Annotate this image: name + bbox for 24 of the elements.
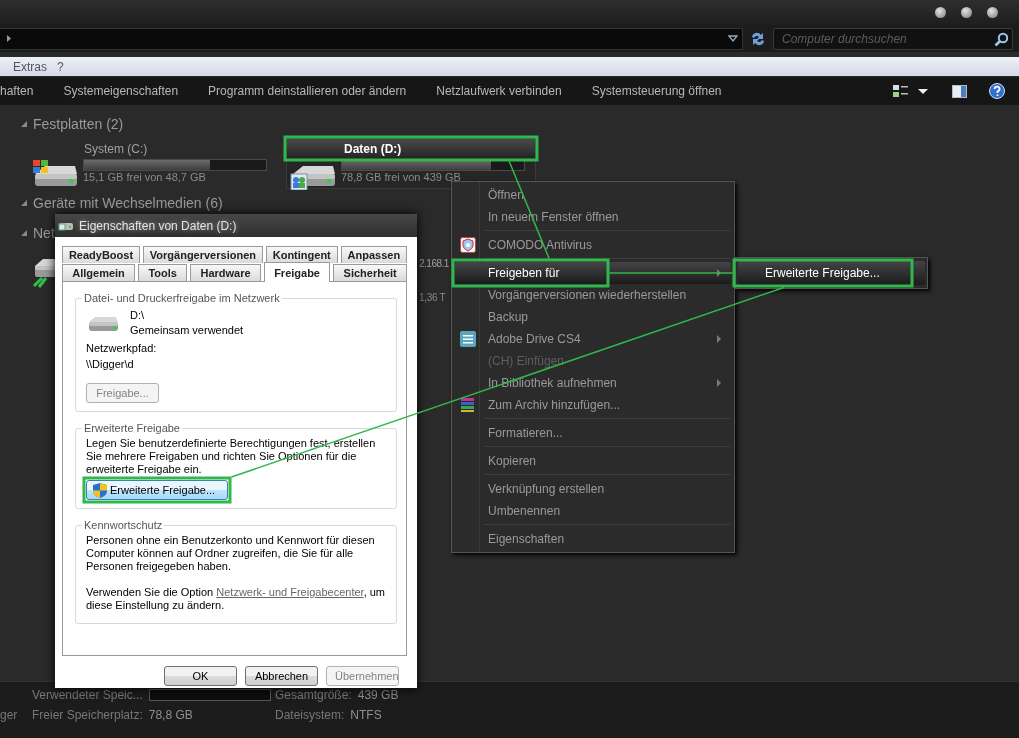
detail-label: Verwendeter Speic... [32, 688, 143, 702]
description-text: Personen ohne ein Benutzerkonto und Kennwort für diesen Computer können auf Ordner zugreifen, die Sie für alle Personen freigegeben haben. [86, 534, 376, 573]
network-path: \\Digger\d [86, 358, 135, 371]
description-text: Verwenden Sie die Option Netzwerk- und Freigabecenter, um diese Einstellung zu ändern. [86, 586, 386, 612]
drive-name: 2.168.1 [419, 257, 449, 271]
free-space-label: 78,8 GB frei von 439 GB [341, 171, 462, 185]
window-title: Eigenschaften von Daten (D:) [79, 218, 237, 233]
detail-label: Freier Speicherplatz: [32, 708, 143, 722]
free-space-label: 15,1 GB frei von 48,7 GB [83, 171, 207, 185]
detail-value: NTFS [350, 708, 382, 722]
detail-label: Gesamtgröße: [275, 688, 352, 702]
group-title: Kennwortschutz [83, 519, 164, 531]
detail-value: 439 GB [357, 688, 399, 702]
detail-label: ger [0, 708, 19, 722]
detail-label: Dateisystem: [275, 708, 345, 722]
group-title: Erweiterte Freigabe [83, 422, 181, 434]
drive-name: Daten (D:) [287, 139, 535, 158]
field-label: Netzwerkpfad: [86, 342, 158, 355]
free-space-label: 1,36 T [419, 292, 446, 305]
drive-name: System (C:) [83, 140, 149, 158]
drive-path: D:\ [130, 309, 146, 321]
detail-value: 78,8 GB [148, 708, 193, 722]
share-status: Gemeinsam verwendet [130, 324, 244, 336]
group-title: Datei- und Druckerfreigabe im Netzwerk [83, 292, 281, 304]
